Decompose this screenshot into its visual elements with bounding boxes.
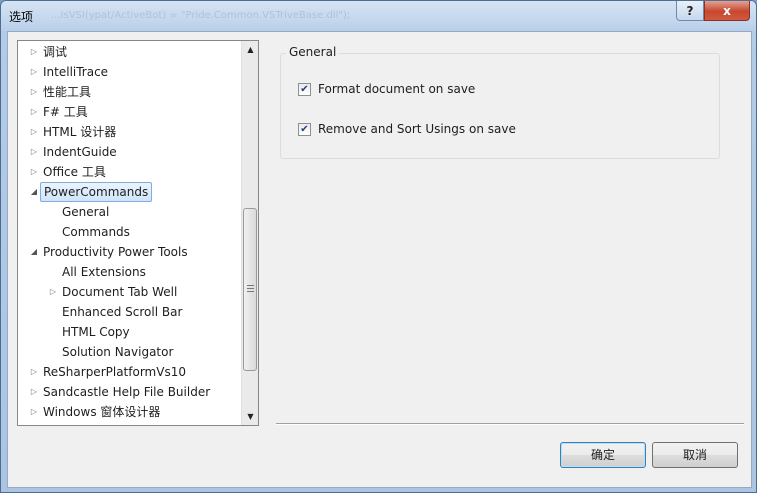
tree-item-label: HTML Copy xyxy=(62,325,130,339)
tree-item-label: 性能工具 xyxy=(43,85,92,99)
tree-item-label: Sandcastle Help File Builder xyxy=(43,385,211,399)
tree-item-label: Windows 窗体设计器 xyxy=(43,405,161,419)
dialog-client-area: ▷ 调试 ▷ IntelliTrace ▷ 性能工具 ▷ F# 工具 ▷ HTML 设计器 ▷ Ind… xyxy=(7,31,752,488)
tree-item-label: Solution Navigator xyxy=(62,345,174,359)
expand-arrow-icon[interactable]: ▷ xyxy=(28,62,40,82)
close-button[interactable]: x xyxy=(704,1,750,21)
collapse-arrow-icon[interactable]: ◢ xyxy=(28,242,40,262)
tree-item-label: IntelliTrace xyxy=(43,65,109,79)
tree-item-label: IndentGuide xyxy=(43,145,117,159)
tree-item-label: Document Tab Well xyxy=(62,285,178,299)
expand-arrow-icon[interactable]: ▷ xyxy=(28,382,40,402)
tree-item-label: F# 工具 xyxy=(43,105,88,119)
cancel-button[interactable]: 取消 xyxy=(652,442,738,468)
tree-item-label: Commands xyxy=(62,225,130,239)
tree-item-label: ReSharperPlatformVs10 xyxy=(43,365,186,379)
remove-sort-usings-checkbox[interactable]: ✔ xyxy=(298,123,311,136)
expand-arrow-icon[interactable]: ▷ xyxy=(28,102,40,122)
tree-item-label: Productivity Power Tools xyxy=(43,245,188,259)
format-on-save-checkbox[interactable]: ✔ xyxy=(298,83,311,96)
expand-arrow-icon[interactable]: ▷ xyxy=(47,282,59,302)
expand-arrow-icon[interactable]: ▷ xyxy=(28,82,40,102)
help-icon: ? xyxy=(686,3,694,18)
tree-item-label: 调试 xyxy=(43,45,68,59)
grip-icon xyxy=(247,285,254,292)
expand-arrow-icon[interactable]: ▷ xyxy=(28,402,40,422)
tree-item-label: Office 工具 xyxy=(43,165,106,179)
expand-arrow-icon[interactable]: ▷ xyxy=(28,42,40,62)
expand-arrow-icon[interactable]: ▷ xyxy=(28,362,40,382)
tree-scrollbar[interactable]: ▲ ▼ xyxy=(241,41,258,425)
close-icon: x xyxy=(723,3,731,18)
remove-sort-usings-label: Remove and Sort Usings on save xyxy=(318,122,516,136)
collapse-arrow-icon[interactable]: ◢ xyxy=(28,182,40,202)
expand-arrow-icon[interactable]: ▷ xyxy=(28,162,40,182)
title-bar[interactable]: 选项 ...IsVSI(ypat/ActiveBot) = "Pride.Com… xyxy=(1,1,756,31)
background-window-title: ...IsVSI(ypat/ActiveBot) = "Pride.Common… xyxy=(51,10,351,21)
options-tree[interactable]: ▷ 调试 ▷ IntelliTrace ▷ 性能工具 ▷ F# 工具 ▷ HTML 设计器 ▷ Ind… xyxy=(17,40,259,426)
tree-item-label: PowerCommands xyxy=(40,182,153,202)
format-on-save-label: Format document on save xyxy=(318,82,476,96)
checkmark-icon: ✔ xyxy=(300,124,309,135)
general-group-box xyxy=(280,53,720,159)
help-button[interactable]: ? xyxy=(676,1,704,21)
scroll-up-arrow-icon[interactable]: ▲ xyxy=(242,41,258,58)
dialog-title: 选项 xyxy=(9,10,34,24)
group-title: General xyxy=(286,45,340,59)
scroll-down-arrow-icon[interactable]: ▼ xyxy=(242,408,258,425)
tree-item-label: HTML 设计器 xyxy=(43,125,117,139)
expand-arrow-icon[interactable]: ▷ xyxy=(28,122,40,142)
checkmark-icon: ✔ xyxy=(300,84,309,95)
options-dialog: 选项 ...IsVSI(ypat/ActiveBot) = "Pride.Com… xyxy=(0,0,757,493)
expand-arrow-icon[interactable]: ▷ xyxy=(28,142,40,162)
scroll-thumb[interactable] xyxy=(243,208,257,371)
divider xyxy=(276,423,744,425)
tree-item-label: All Extensions xyxy=(62,265,146,279)
tree-item-label: Enhanced Scroll Bar xyxy=(62,305,183,319)
tree-item-label: General xyxy=(62,205,110,219)
ok-button[interactable]: 确定 xyxy=(560,442,646,468)
